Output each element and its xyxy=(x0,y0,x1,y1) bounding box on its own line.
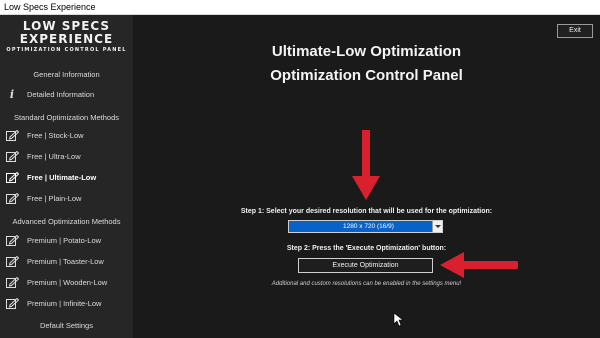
step1-instruction: Step 1: Select your desired resolution t… xyxy=(240,208,493,215)
resolution-selected-value: 1280 x 720 (16/9) xyxy=(343,223,394,230)
sidebar-item-label: Free | Ultra-Low xyxy=(27,151,81,161)
window-title: Low Specs Experience xyxy=(4,2,96,12)
step2-instruction: Step 2: Press the 'Execute Optimization'… xyxy=(286,245,447,252)
sidebar-item-detailed-information[interactable]: i Detailed Information xyxy=(0,85,133,103)
sidebar-item-wooden-low[interactable]: Premium | Wooden-Low xyxy=(0,273,133,291)
sidebar-item-label: Free | Plain-Low xyxy=(27,193,82,203)
edit-icon xyxy=(5,192,19,204)
logo-line-2: EXPERIENCE xyxy=(19,32,114,46)
page-title: Ultimate-Low Optimization xyxy=(271,43,462,60)
sidebar-item-label: Free | Ultimate-Low xyxy=(27,172,97,182)
edit-icon xyxy=(5,171,19,183)
settings-note: Additional and custom resolutions can be… xyxy=(271,281,462,287)
window-titlebar: Low Specs Experience xyxy=(0,0,600,15)
sidebar-item-plain-low[interactable]: Free | Plain-Low xyxy=(0,189,133,207)
edit-icon xyxy=(5,150,19,162)
sidebar-item-infinite-low[interactable]: Premium | Infinite-Low xyxy=(0,294,133,312)
sidebar-item-ultimate-low[interactable]: Free | Ultimate-Low xyxy=(0,168,133,186)
standard-methods-header: Standard Optimization Methods xyxy=(13,113,120,122)
execute-optimization-button[interactable]: Execute Optimization xyxy=(298,258,433,273)
sidebar-item-stock-low[interactable]: Free | Stock-Low xyxy=(0,126,133,144)
advanced-methods-header: Advanced Optimization Methods xyxy=(12,217,121,226)
sidebar-item-label: Premium | Wooden-Low xyxy=(27,277,108,287)
sidebar-item-potato-low[interactable]: Premium | Potato-Low xyxy=(0,231,133,249)
sidebar-item-label: Premium | Infinite-Low xyxy=(27,298,102,308)
logo-line-3: OPTIMIZATION CONTROL PANEL xyxy=(6,47,127,53)
main-panel: Exit Ultimate-Low Optimization Optimizat… xyxy=(133,15,600,338)
edit-icon xyxy=(5,297,19,309)
edit-icon xyxy=(5,129,19,141)
sidebar-item-label: Premium | Potato-Low xyxy=(27,235,102,245)
edit-icon xyxy=(5,234,19,246)
sidebar-item-label: Free | Stock-Low xyxy=(27,130,84,140)
general-info-header: General Information xyxy=(33,70,100,79)
exit-button[interactable]: Exit xyxy=(557,24,593,38)
info-icon: i xyxy=(9,87,15,101)
app-logo: LOW SPECS EXPERIENCE OPTIMIZATION CONTRO… xyxy=(0,17,133,67)
chevron-down-icon[interactable] xyxy=(432,221,442,232)
sidebar-item-default-settings[interactable]: Default Settings xyxy=(0,321,133,330)
sidebar-item-ultra-low[interactable]: Free | Ultra-Low xyxy=(0,147,133,165)
edit-icon xyxy=(5,255,19,267)
sidebar: LOW SPECS EXPERIENCE OPTIMIZATION CONTRO… xyxy=(0,15,133,338)
edit-icon xyxy=(5,276,19,288)
sidebar-item-label: Detailed Information xyxy=(27,89,95,99)
resolution-dropdown[interactable]: 1280 x 720 (16/9) xyxy=(288,220,443,233)
sidebar-item-toaster-low[interactable]: Premium | Toaster-Low xyxy=(0,252,133,270)
page-subtitle: Optimization Control Panel xyxy=(270,67,463,84)
sidebar-item-label: Premium | Toaster-Low xyxy=(27,256,104,266)
